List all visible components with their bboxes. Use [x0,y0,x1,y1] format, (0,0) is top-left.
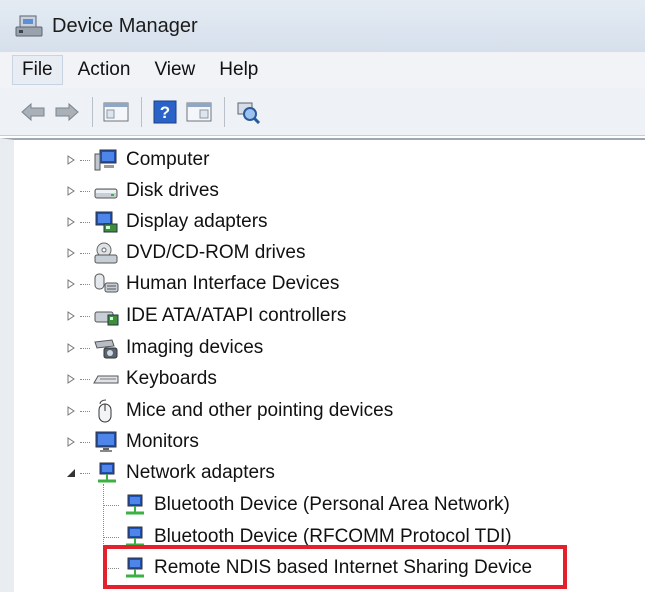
tree-item-disk-drives[interactable]: Disk drives [64,176,219,206]
help-button[interactable]: ? [150,97,180,127]
tree-item-bluetooth-pan[interactable]: Bluetooth Device (Personal Area Network) [120,490,510,520]
tree-item-label: DVD/CD-ROM drives [126,242,306,263]
tree-item-label: Human Interface Devices [126,273,340,294]
network-adapter-icon [126,494,144,515]
expand-arrow-icon[interactable] [64,404,78,418]
monitor-icon [95,431,117,452]
back-arrow-icon [21,102,45,121]
tree-item-mice-and-other-pointing-devices[interactable]: Mice and other pointing devices [64,396,393,426]
expand-arrow-icon[interactable] [64,277,78,291]
menu-action[interactable]: Action [69,56,140,84]
tree-item-label: Computer [126,149,210,170]
network-adapter-icon [98,462,116,483]
display-adapter-icon [95,211,118,233]
menu-view[interactable]: View [145,56,204,84]
computer-icon [94,149,117,171]
properties-pane-button[interactable] [184,97,214,127]
collapse-arrow-icon[interactable] [64,466,78,480]
expand-arrow-icon[interactable] [64,246,78,260]
tree-item-ide-ata-atapi-controllers[interactable]: IDE ATA/ATAPI controllers [64,301,346,331]
tree-item-monitors[interactable]: Monitors [64,427,199,457]
tree-item-label: Monitors [126,431,199,452]
scan-hardware-icon [237,102,261,124]
hid-icon [94,273,119,293]
expand-arrow-icon[interactable] [64,341,78,355]
toolbar-separator [141,96,142,127]
help-icon: ? [153,100,177,123]
tree-connector [103,505,119,506]
dvd-drive-icon [94,242,118,264]
tree-item-computer[interactable]: Computer [64,145,209,175]
show-hide-console-tree-button[interactable] [101,97,131,127]
window-title: Device Manager [52,14,198,37]
tree-item-keyboards[interactable]: Keyboards [64,364,217,394]
expand-arrow-icon[interactable] [64,372,78,386]
device-manager-icon [15,15,43,37]
tree-connector [103,537,119,538]
tree-item-label: Imaging devices [126,337,264,358]
expand-arrow-icon[interactable] [64,215,78,229]
menu-help[interactable]: Help [210,56,267,84]
show-hide-tree-icon [103,102,129,121]
tree-item-dvd-cd-rom-drives[interactable]: DVD/CD-ROM drives [64,238,305,268]
forward-button[interactable] [52,97,82,127]
toolbar: ? [0,88,645,136]
tree-item-label: IDE ATA/ATAPI controllers [126,305,347,326]
tree-item-label: Display adapters [126,211,268,232]
menu-bar: File Action View Help [0,52,645,88]
forward-arrow-icon [55,102,79,121]
keyboard-icon [93,375,119,384]
tree-item-label: Bluetooth Device (Personal Area Network) [154,494,510,515]
expand-arrow-icon[interactable] [64,309,78,323]
expand-arrow-icon[interactable] [64,153,78,167]
scan-hardware-button[interactable] [233,97,263,127]
tree-item-label: Network adapters [126,462,275,483]
toolbar-separator [224,96,225,127]
disk-drive-icon [94,188,118,199]
expand-arrow-icon[interactable] [64,435,78,449]
tree-item-display-adapters[interactable]: Display adapters [64,207,268,237]
tree-item-label: Mice and other pointing devices [126,400,394,421]
properties-pane-icon [186,102,212,121]
expand-arrow-icon[interactable] [64,184,78,198]
svg-text:?: ? [160,103,170,122]
highlight-annotation-box [103,545,567,589]
menu-file[interactable]: File [12,55,63,85]
imaging-device-icon [94,339,118,359]
ide-controller-icon [94,311,119,326]
tree-item-label: Keyboards [126,368,217,389]
tree-item-human-interface-devices[interactable]: Human Interface Devices [64,269,339,299]
tree-item-label: Disk drives [126,180,219,201]
title-bar: Device Manager [0,0,645,52]
mouse-icon [98,399,112,423]
back-button[interactable] [18,97,48,127]
toolbar-separator [92,96,93,127]
tree-item-network-adapters[interactable]: Network adapters [64,458,275,488]
tree-item-imaging-devices[interactable]: Imaging devices [64,333,263,363]
